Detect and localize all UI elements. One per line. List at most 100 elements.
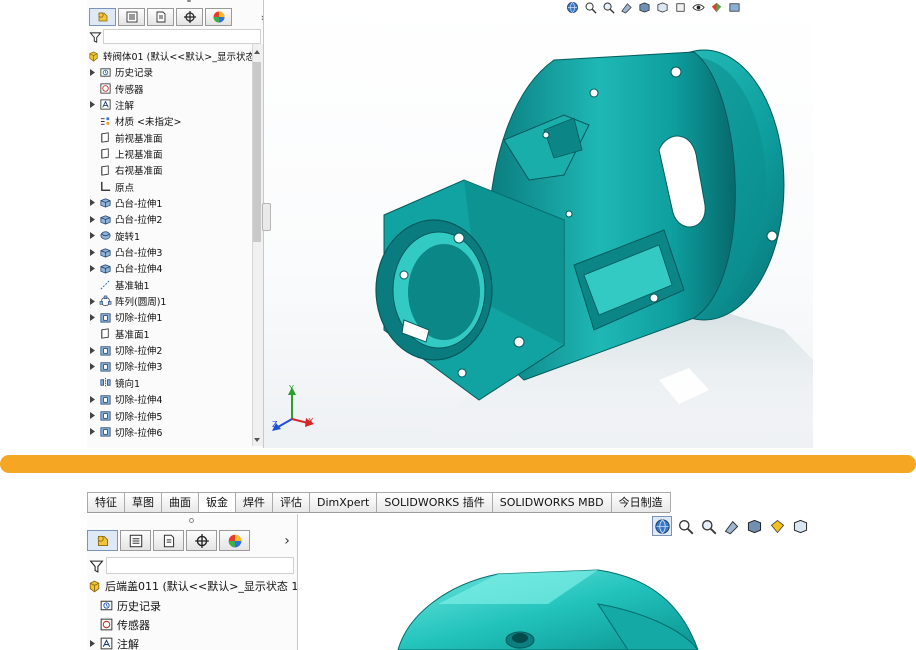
chevron-right-icon[interactable]: › <box>256 10 263 24</box>
panel-collapse-handle[interactable] <box>262 203 271 231</box>
previous-view-button[interactable] <box>601 0 616 14</box>
triad-z-label: Z <box>272 420 278 429</box>
dynamic-annotation-button[interactable] <box>744 516 764 536</box>
tree-item[interactable]: 凸台-拉伸3 <box>88 244 162 260</box>
tree-filter[interactable] <box>89 558 104 574</box>
expand-arrow-icon[interactable] <box>88 215 96 223</box>
display-style-button[interactable] <box>673 0 688 14</box>
appearance-icon <box>711 2 722 12</box>
expand-arrow-icon[interactable] <box>88 248 96 256</box>
expand-arrow-icon[interactable] <box>88 412 96 420</box>
expand-arrow-icon[interactable] <box>88 297 96 305</box>
expand-arrow-icon[interactable] <box>88 395 96 403</box>
tree-item-label: 切除-拉伸4 <box>115 395 163 407</box>
top-graphics-viewport[interactable] <box>264 0 813 448</box>
tree-item[interactable]: 镜向1 <box>88 375 140 391</box>
tree-item[interactable]: 基准轴1 <box>88 277 150 293</box>
property-manager-tab[interactable] <box>118 8 145 26</box>
dimxpert-manager-tab[interactable] <box>176 8 203 26</box>
command-tab[interactable]: 评估 <box>272 492 310 512</box>
edit-appearance-button[interactable] <box>767 516 787 536</box>
expand-arrow-icon[interactable] <box>88 313 96 321</box>
tree-item[interactable]: 传感器 <box>88 80 144 96</box>
tree-filter[interactable] <box>89 30 102 44</box>
expand-arrow-icon[interactable] <box>88 68 96 76</box>
history-icon <box>99 66 112 79</box>
configuration-manager-icon <box>163 534 174 547</box>
expand-arrow-icon[interactable] <box>88 428 96 436</box>
view-orientation-button[interactable] <box>790 516 810 536</box>
section-view-button[interactable] <box>619 0 634 14</box>
tree-item[interactable]: 切除-拉伸3 <box>88 358 162 374</box>
zoom-to-area-button[interactable] <box>583 0 598 14</box>
expand-arrow-icon[interactable] <box>88 199 96 207</box>
feature-manager-tab[interactable] <box>87 530 118 551</box>
command-tab[interactable]: 曲面 <box>161 492 199 512</box>
dynamic-annotation-button[interactable] <box>637 0 652 14</box>
scroll-down-arrow-icon[interactable] <box>253 436 261 444</box>
tree-item[interactable]: 材质 <未指定> <box>88 113 181 129</box>
tree-item[interactable]: 凸台-拉伸1 <box>88 195 162 211</box>
previous-view-button[interactable] <box>698 516 718 536</box>
tree-item[interactable]: 历史记录 <box>88 596 161 615</box>
expand-arrow-icon[interactable] <box>88 640 96 648</box>
tree-item[interactable]: 右视基准面 <box>88 162 163 178</box>
tree-filter-input[interactable] <box>106 557 294 574</box>
expand-arrow-icon[interactable] <box>88 101 96 109</box>
tree-item[interactable]: 切除-拉伸6 <box>88 424 162 440</box>
edit-appearance-button[interactable] <box>709 0 724 14</box>
tree-item[interactable]: 原点 <box>88 178 134 194</box>
tree-item-label: 凸台-拉伸1 <box>115 198 163 210</box>
command-tab[interactable]: DimXpert <box>309 492 378 512</box>
tree-item[interactable]: 切除-拉伸5 <box>88 407 162 423</box>
tree-item[interactable]: 注解 <box>88 634 139 650</box>
tree-item-label: 材质 <未指定> <box>115 117 182 129</box>
command-tab[interactable]: 钣金 <box>198 492 236 512</box>
tree-item[interactable]: 凸台-拉伸2 <box>88 211 162 227</box>
zoom-to-fit-button[interactable] <box>652 516 672 536</box>
tree-item[interactable]: 旋转1 <box>88 228 140 244</box>
command-tab[interactable]: 特征 <box>87 492 125 512</box>
display-manager-tab[interactable] <box>205 8 232 26</box>
expand-arrow-icon[interactable] <box>88 346 96 354</box>
expand-arrow-icon[interactable] <box>88 362 96 370</box>
display-manager-tab[interactable] <box>219 530 250 551</box>
command-tab[interactable]: 今日制造 <box>610 492 671 512</box>
command-tab[interactable]: 草图 <box>124 492 162 512</box>
configuration-manager-tab[interactable] <box>153 530 184 551</box>
section-view-button[interactable] <box>721 516 741 536</box>
command-tab[interactable]: SOLIDWORKS 插件 <box>376 492 493 512</box>
tree-item[interactable]: 切除-拉伸2 <box>88 342 162 358</box>
expand-arrow-icon[interactable] <box>88 264 96 272</box>
tree-item[interactable]: 传感器 <box>88 615 150 634</box>
tree-item[interactable]: 上视基准面 <box>88 146 163 162</box>
tree-item[interactable]: 前视基准面 <box>88 129 163 145</box>
tree-root[interactable]: 后端盖011 (默认<<默认>_显示状态 1>) <box>87 577 297 595</box>
tree-item[interactable]: 阵列(圆周)1 <box>88 293 166 309</box>
tree-item[interactable]: 凸台-拉伸4 <box>88 260 162 276</box>
zoom-to-area-button[interactable] <box>675 516 695 536</box>
tree-root[interactable]: 转阀体01 (默认<<默认>_显示状态 1>) <box>87 48 263 64</box>
tree-item[interactable]: 切除-拉伸4 <box>88 391 162 407</box>
property-manager-tab[interactable] <box>120 530 151 551</box>
apply-scene-button[interactable] <box>727 0 742 14</box>
scroll-up-arrow-icon[interactable] <box>253 48 261 56</box>
tree-item[interactable]: 基准面1 <box>88 326 150 342</box>
command-tab[interactable]: 焊件 <box>235 492 273 512</box>
configuration-manager-tab[interactable] <box>147 8 174 26</box>
expand-arrow-icon[interactable] <box>88 232 96 240</box>
tree-item[interactable]: 注解 <box>88 97 134 113</box>
view-orientation-button[interactable] <box>655 0 670 14</box>
chevron-right-icon[interactable]: › <box>280 533 294 549</box>
triad-x-label: X <box>308 417 314 426</box>
tree-scrollbar-thumb[interactable] <box>253 62 261 242</box>
boss-extrude-icon <box>99 246 112 259</box>
command-tab[interactable]: SOLIDWORKS MBD <box>491 492 612 512</box>
feature-manager-tab[interactable] <box>89 8 116 26</box>
dimxpert-manager-tab[interactable] <box>186 530 217 551</box>
tree-item[interactable]: 切除-拉伸1 <box>88 309 162 325</box>
zoom-to-fit-button[interactable] <box>565 0 580 14</box>
tree-item[interactable]: 历史记录 <box>88 64 153 80</box>
hide-show-button[interactable] <box>691 0 706 14</box>
tree-filter-input[interactable] <box>103 29 261 44</box>
